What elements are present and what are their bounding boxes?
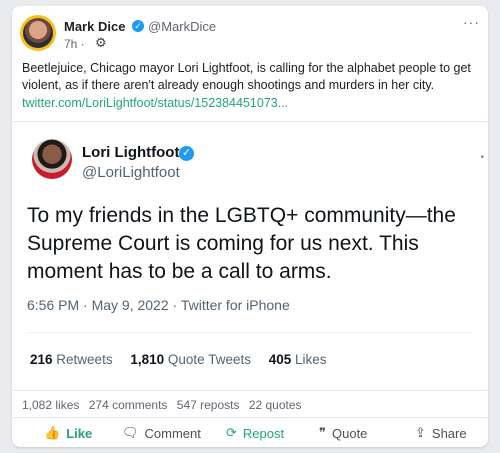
globe-icon: ⚙ — [95, 35, 107, 50]
embed-stats: 216 Retweets 1,810 Quote Tweets 405 Like… — [30, 352, 341, 367]
embed-quote-tweets[interactable]: 1,810 Quote Tweets — [130, 352, 251, 367]
likes-count[interactable]: 1,082 likes — [22, 398, 79, 412]
comment-button[interactable]: 🗨 Comment — [122, 425, 201, 441]
quote-icon: ❞ — [319, 425, 326, 440]
embed-meta: 6:56 PM · May 9, 2022 · Twitter for iPho… — [27, 297, 290, 313]
embed-text: To my friends in the LGBTQ+ community—th… — [27, 204, 456, 283]
share-icon: ⇪ — [415, 425, 426, 440]
like-label: Like — [66, 425, 93, 441]
quotes-count[interactable]: 22 quotes — [249, 398, 302, 412]
embed-author-name[interactable]: Lori Lightfoot — [82, 144, 179, 161]
post-card: Mark Dice ✓ @MarkDice 7h · ⚙ ··· Beetlej… — [12, 6, 488, 447]
reposts-count[interactable]: 547 reposts — [177, 398, 240, 412]
embed-retweets[interactable]: 216 Retweets — [30, 352, 113, 367]
thumbs-up-icon: 👍 — [44, 425, 61, 440]
author-name[interactable]: Mark Dice — [64, 19, 125, 34]
reaction-counts: 1,082 likes 274 comments 547 reposts 22 … — [22, 398, 308, 412]
avatar[interactable] — [20, 15, 56, 51]
verified-badge-icon: ✓ — [132, 20, 144, 32]
repost-label: Repost — [242, 425, 285, 441]
embed-avatar[interactable] — [32, 139, 72, 179]
comments-count[interactable]: 274 comments — [89, 398, 168, 412]
post-time[interactable]: 7h · — [64, 37, 85, 51]
embedded-tweet[interactable]: Lori Lightfoot ✓ @LoriLightfoot • To my … — [12, 121, 488, 391]
verified-badge-icon: ✓ — [179, 146, 194, 161]
divider — [27, 332, 472, 333]
repost-button[interactable]: ⟳ Repost — [226, 425, 284, 441]
action-bar: 👍 Like 🗨 Comment ⟳ Repost ❞ Quote ⇪ Shar… — [12, 417, 488, 448]
post-link[interactable]: twitter.com/LoriLightfoot/status/1523844… — [22, 96, 288, 110]
post-header: Mark Dice ✓ @MarkDice 7h · ⚙ ··· — [20, 12, 480, 56]
embed-author-handle[interactable]: @LoriLightfoot — [82, 164, 180, 181]
post-text: Beetlejuice, Chicago mayor Lori Lightfoo… — [22, 61, 471, 92]
more-icon[interactable]: ··· — [463, 14, 480, 30]
share-button[interactable]: ⇪ Share — [415, 425, 467, 441]
like-button[interactable]: 👍 Like — [44, 425, 92, 441]
comment-icon: 🗨 — [122, 425, 139, 440]
author-handle[interactable]: @MarkDice — [148, 19, 216, 34]
quote-label: Quote — [332, 425, 368, 441]
quote-button[interactable]: ❞ Quote — [319, 425, 367, 441]
comment-label: Comment — [144, 425, 201, 441]
embed-likes[interactable]: 405 Likes — [269, 352, 327, 367]
share-label: Share — [431, 425, 467, 441]
embed-dot-icon: • — [480, 152, 484, 163]
repost-icon: ⟳ — [226, 425, 237, 440]
